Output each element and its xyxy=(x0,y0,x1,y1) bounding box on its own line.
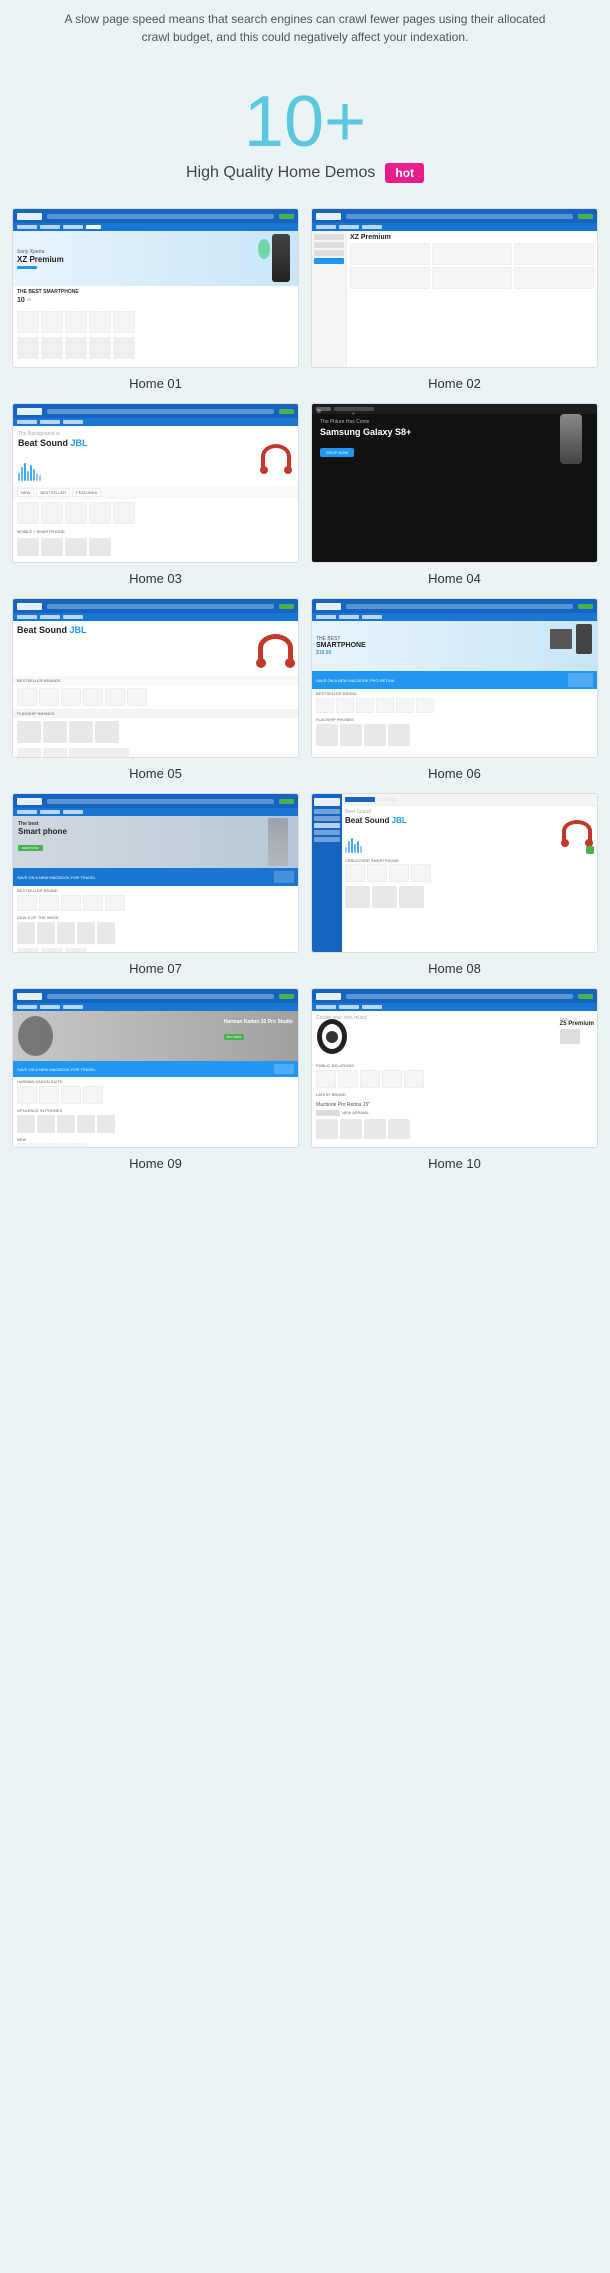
demo-item-home01[interactable]: Sony Xperia XZ Premium THE BEST SMARTPHO… xyxy=(12,208,299,391)
demo-item-home04[interactable]: The Future Has Come Samsung Galaxy S8+ S… xyxy=(311,403,598,586)
demo-label-home05: Home 05 xyxy=(129,766,182,781)
demo-item-home03[interactable]: The Background is Beat Sound JBL xyxy=(12,403,299,586)
demo-item-home10[interactable]: Create your own music Sony Z5 Premium PU… xyxy=(311,988,598,1171)
demo-item-home02[interactable]: XZ Premium Home 02 xyxy=(311,208,598,391)
hero-section: 10+ High Quality Home Demos hot xyxy=(0,66,610,193)
demo-label-home04: Home 04 xyxy=(428,571,481,586)
demo-item-home09[interactable]: Harman Kadon 32 Pro Studio BUY NOW SAVE … xyxy=(12,988,299,1171)
hero-subtitle: High Quality Home Demos xyxy=(186,164,375,182)
demo-label-home09: Home 09 xyxy=(129,1156,182,1171)
demo-label-home07: Home 07 xyxy=(129,961,182,976)
demo-item-home08[interactable]: Best Sound Beat Sound JBL xyxy=(311,793,598,976)
demo-label-home03: Home 03 xyxy=(129,571,182,586)
top-text: A slow page speed means that search engi… xyxy=(0,0,610,66)
demo-label-home06: Home 06 xyxy=(428,766,481,781)
demo-item-home06[interactable]: THE BEST SMARTPHONE $18.99 SAVE ON A NEW… xyxy=(311,598,598,781)
demo-label-home01: Home 01 xyxy=(129,376,182,391)
hot-badge: hot xyxy=(385,163,424,183)
demo-label-home10: Home 10 xyxy=(428,1156,481,1171)
hero-number: 10+ xyxy=(0,86,610,158)
demo-label-home08: Home 08 xyxy=(428,961,481,976)
demo-label-home02: Home 02 xyxy=(428,376,481,391)
demo-item-home07[interactable]: The best Smart phone SHOP NOW SAVE ON A … xyxy=(12,793,299,976)
demos-grid: Sony Xperia XZ Premium THE BEST SMARTPHO… xyxy=(0,193,610,1186)
demo-item-home05[interactable]: Beat Sound JBL BESTSELLER BRANDS xyxy=(12,598,299,781)
